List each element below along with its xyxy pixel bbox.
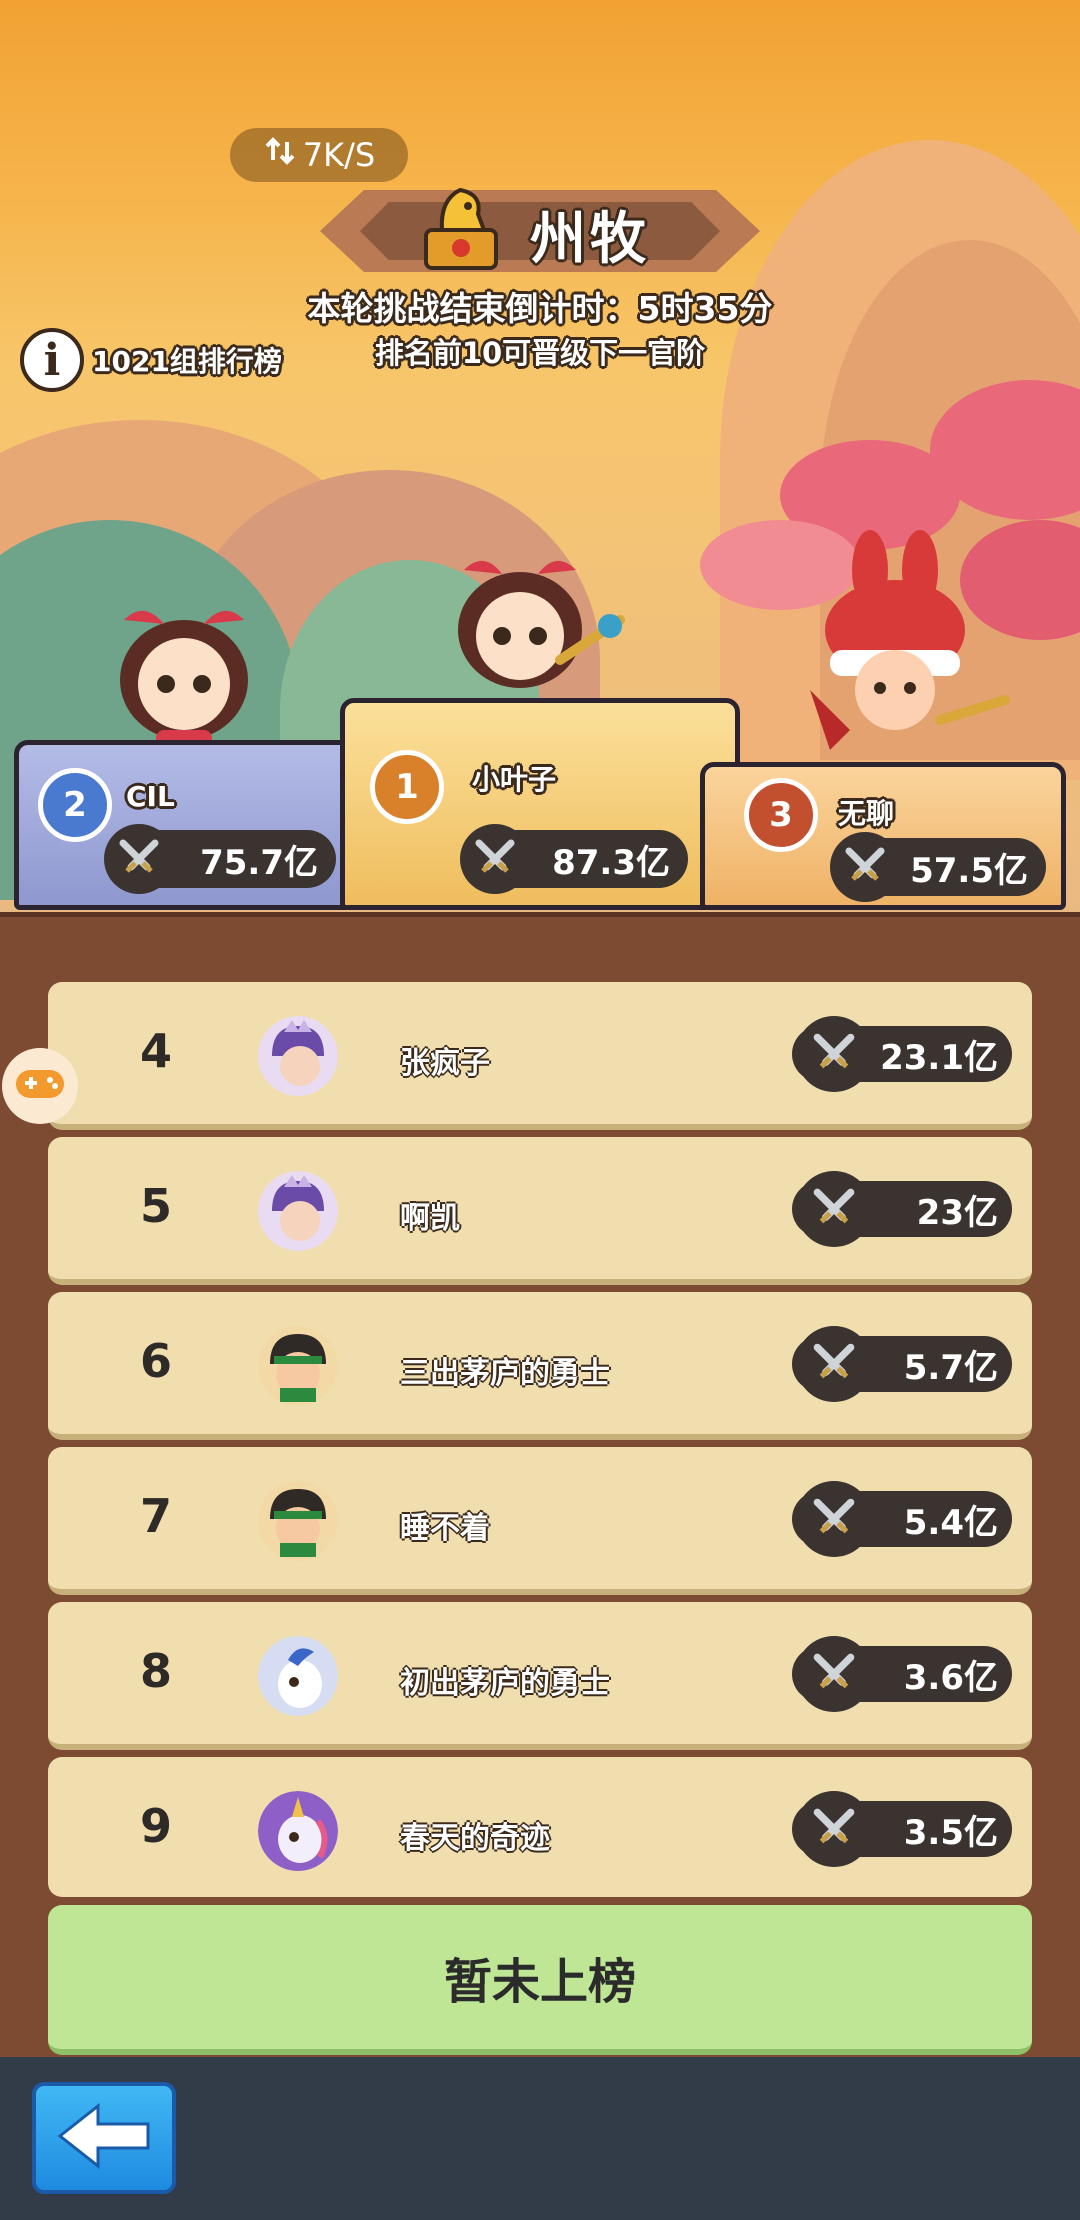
group-leaderboard-label: 1021组排行榜	[92, 345, 282, 378]
podium-second[interactable]: 2 CIL 75.7亿	[14, 580, 354, 910]
first-place-name: 小叶子	[472, 763, 557, 796]
unicorn-avatar-icon	[258, 1636, 338, 1716]
green-headband-hero-avatar-icon	[258, 1326, 338, 1406]
rank-title: 州牧	[530, 207, 650, 272]
first-place-power: 87.3亿	[460, 824, 688, 894]
crossed-swords-icon	[796, 1171, 872, 1247]
rank-title-banner: 州牧	[320, 180, 760, 280]
crossed-swords-icon	[796, 1636, 872, 1712]
leaderboard-row[interactable]: 9 春天的奇迹 3.5亿	[48, 1757, 1032, 1897]
rank-3-medal: 3	[744, 778, 818, 852]
net-speed-text: 7K/S	[302, 136, 376, 174]
rank-1-medal: 1	[370, 750, 444, 824]
row-rank: 4	[139, 1024, 172, 1078]
second-place-character	[94, 580, 274, 760]
third-place-character	[770, 530, 1010, 760]
row-player-name: 初出茅庐的勇士	[400, 1666, 610, 1701]
leaderboard-row[interactable]: 7 睡不着 5.4亿	[48, 1447, 1032, 1595]
row-player-name: 张疯子	[400, 1046, 490, 1081]
floating-gamepad-button[interactable]	[2, 1048, 78, 1124]
sync-icon	[263, 134, 297, 176]
row-rank: 5	[139, 1179, 172, 1233]
row-rank: 6	[139, 1334, 172, 1388]
crossed-swords-icon	[796, 1016, 872, 1092]
arrow-left-icon	[54, 2100, 154, 2176]
podium-third[interactable]: 3 无聊 57.5亿	[700, 530, 1066, 910]
row-player-name: 春天的奇迹	[400, 1821, 550, 1856]
unicorn-avatar-icon	[258, 1791, 338, 1871]
row-player-name: 睡不着	[400, 1511, 490, 1546]
row-player-name: 啊凯	[400, 1201, 460, 1236]
leaderboard-row[interactable]: 4 张疯子 23.1亿	[48, 982, 1032, 1130]
countdown-text: 本轮挑战结束倒计时：5时35分	[307, 289, 773, 328]
row-rank: 8	[139, 1644, 172, 1698]
third-place-name: 无聊	[838, 797, 895, 830]
network-speed-indicator: 7K/S	[230, 128, 408, 182]
gamepad-icon	[14, 1064, 66, 1108]
crossed-swords-icon	[104, 824, 174, 894]
purple-hero-avatar-icon	[258, 1016, 338, 1096]
info-button[interactable]: i	[20, 328, 84, 392]
leaderboard-row[interactable]: 8 初出茅庐的勇士 3.6亿	[48, 1602, 1032, 1750]
crossed-swords-icon	[830, 832, 900, 902]
rank-2-medal: 2	[38, 768, 112, 842]
second-place-power: 75.7亿	[104, 824, 336, 894]
first-place-character	[430, 540, 630, 710]
leaderboard-row[interactable]: 5 啊凯 23亿	[48, 1137, 1032, 1285]
row-rank: 9	[139, 1799, 172, 1853]
row-rank: 7	[139, 1489, 172, 1543]
crossed-swords-icon	[460, 824, 530, 894]
third-place-power: 57.5亿	[830, 832, 1046, 902]
crossed-swords-icon	[796, 1326, 872, 1402]
leaderboard-row[interactable]: 6 三出茅庐的勇士 5.7亿	[48, 1292, 1032, 1440]
crossed-swords-icon	[796, 1481, 872, 1557]
back-button[interactable]	[32, 2082, 176, 2194]
info-icon: i	[43, 334, 61, 386]
golden-seal-icon	[420, 180, 502, 272]
my-rank-status: 暂未上榜	[48, 1905, 1032, 2055]
podium-first[interactable]: 1 小叶子 87.3亿	[340, 540, 740, 910]
purple-hero-avatar-icon	[258, 1171, 338, 1251]
second-place-name: CIL	[126, 780, 175, 813]
crossed-swords-icon	[796, 1791, 872, 1867]
green-headband-hero-avatar-icon	[258, 1481, 338, 1561]
row-player-name: 三出茅庐的勇士	[400, 1356, 610, 1391]
